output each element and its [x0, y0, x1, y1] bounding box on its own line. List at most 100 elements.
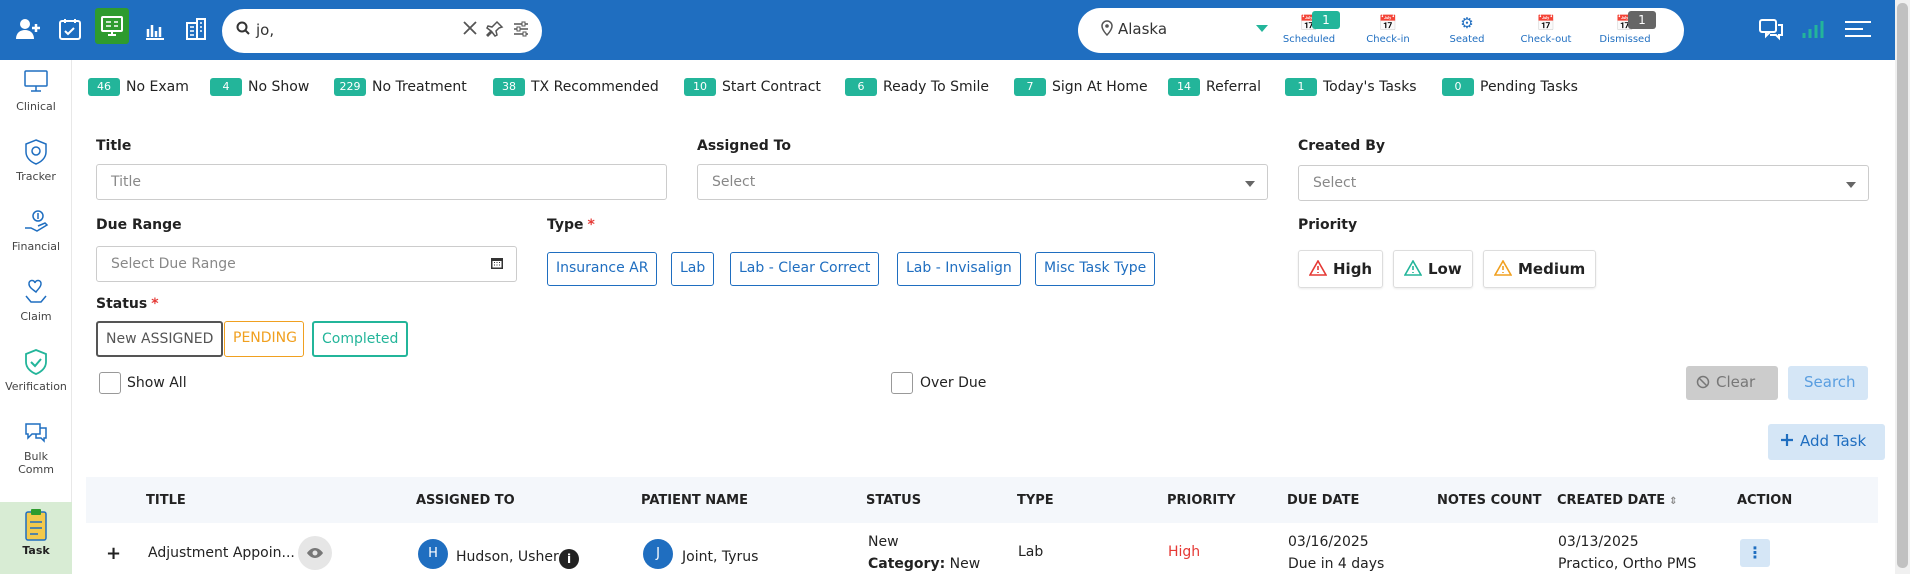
pin-icon[interactable] — [485, 20, 504, 43]
status-completed[interactable]: Completed — [312, 321, 409, 357]
due-note: Due in 4 days — [1288, 556, 1385, 572]
calendar-in-icon: 📅 — [1378, 14, 1398, 32]
status-label: Status * — [96, 296, 159, 312]
clear-search-icon[interactable] — [462, 20, 478, 41]
row-actions-menu-icon[interactable]: ⋮ — [1740, 539, 1770, 567]
sidebar-item-verification[interactable]: Verification — [0, 348, 72, 393]
header-status[interactable]: STATUS — [866, 493, 921, 508]
menu-icon[interactable] — [1840, 14, 1876, 44]
priority-high[interactable]: High — [1298, 250, 1384, 288]
over-due-label: Over Due — [920, 375, 987, 391]
patient-search[interactable]: jo, — [222, 9, 542, 53]
scheduled-count-badge: 1 — [1312, 11, 1340, 29]
plus-icon — [1781, 434, 1793, 446]
chevron-down-icon — [1846, 182, 1856, 188]
header-type[interactable]: TYPE — [1017, 493, 1054, 508]
tag-ready-to-smile[interactable]: 6 Ready To Smile — [845, 78, 989, 96]
messages-icon[interactable] — [1756, 14, 1786, 44]
filter-sliders-icon[interactable] — [512, 20, 530, 43]
tag-sign-at-home[interactable]: 7 Sign At Home — [1014, 78, 1148, 96]
status-pending[interactable]: PENDING — [224, 321, 304, 357]
chevron-down-icon[interactable] — [1256, 25, 1268, 32]
tag-todays-tasks[interactable]: 1 Today's Tasks — [1285, 78, 1417, 96]
tag-no-treatment[interactable]: 229 No Treatment — [334, 78, 467, 96]
priority-label: Priority — [1298, 217, 1358, 233]
created-by-select[interactable]: Select — [1298, 165, 1869, 201]
header-priority[interactable]: PRIORITY — [1167, 493, 1236, 508]
add-patient-icon[interactable] — [14, 14, 44, 44]
search-input[interactable]: jo, — [256, 21, 274, 39]
stage-dismissed[interactable]: 📅 Dismissed 1 — [1590, 11, 1660, 45]
sidebar-item-task[interactable]: Task — [0, 502, 72, 574]
task-title[interactable]: Adjustment Appoin... — [148, 545, 295, 561]
location-stage-pill: Alaska 📅 Scheduled 1 📅 Check-in ⚙ Seated… — [1078, 8, 1684, 53]
assigned-to-label: Assigned To — [697, 138, 791, 154]
eye-icon[interactable] — [298, 536, 332, 570]
check-shield-icon — [0, 348, 72, 380]
created-by: Practico, Ortho PMS — [1558, 556, 1697, 572]
monitor-dashboard-icon[interactable] — [95, 8, 129, 44]
status-new-assigned[interactable]: New ASSIGNED — [96, 321, 224, 357]
due-range-input[interactable]: Select Due Range — [96, 246, 517, 282]
sidebar-item-tracker[interactable]: Tracker — [0, 138, 72, 183]
header-due-date[interactable]: DUE DATE — [1287, 493, 1359, 508]
location-selector[interactable]: Alaska — [1100, 20, 1167, 38]
show-all-checkbox[interactable] — [99, 372, 121, 394]
stage-check-out[interactable]: 📅 Check-out — [1511, 14, 1581, 45]
clear-button[interactable]: Clear — [1686, 366, 1778, 400]
ban-icon — [1696, 375, 1710, 389]
building-icon[interactable] — [181, 14, 211, 44]
signal-bars-icon[interactable] — [1797, 14, 1827, 44]
type-lab[interactable]: Lab — [671, 252, 715, 286]
chat-icon — [0, 418, 72, 450]
scrollbar-thumb[interactable] — [1897, 3, 1908, 568]
add-task-button[interactable]: Add Task — [1768, 424, 1885, 460]
chevron-down-icon — [1245, 181, 1255, 187]
tag-referral[interactable]: 14 Referral — [1168, 78, 1261, 96]
header-notes-count[interactable]: NOTES COUNT — [1437, 493, 1541, 508]
sidebar: Clinical Tracker Financial Claim Verific… — [0, 60, 72, 574]
title-label: Title — [96, 138, 132, 154]
tag-start-contract[interactable]: 10 Start Contract — [684, 78, 821, 96]
header-assigned-to[interactable]: ASSIGNED TO — [416, 493, 515, 508]
assigned-to-select[interactable]: Select — [697, 164, 1268, 200]
search-icon — [236, 21, 250, 39]
search-button[interactable]: Search — [1788, 366, 1868, 400]
tag-no-exam[interactable]: 46 No Exam — [88, 78, 189, 96]
bar-chart-icon[interactable] — [140, 14, 170, 44]
warning-icon — [1403, 259, 1423, 276]
tag-tx-recommended[interactable]: 38 TX Recommended — [493, 78, 659, 96]
type-label: Type * — [547, 217, 595, 233]
info-icon[interactable]: i — [559, 549, 579, 569]
type-lab-invisalign[interactable]: Lab - Invisalign — [897, 252, 1021, 286]
patient-name[interactable]: Joint, Tyrus — [682, 549, 758, 565]
sidebar-item-financial[interactable]: Financial — [0, 208, 72, 253]
header-patient-name[interactable]: PATIENT NAME — [641, 493, 748, 508]
sort-icon: ⇕ — [1669, 496, 1678, 507]
sidebar-item-claim[interactable]: Claim — [0, 278, 72, 323]
stage-seated[interactable]: ⚙ Seated — [1432, 14, 1502, 45]
header-created-date[interactable]: CREATED DATE ⇕ — [1557, 493, 1678, 508]
type-misc-task-type[interactable]: Misc Task Type — [1035, 252, 1156, 286]
calendar-check-icon[interactable] — [55, 14, 85, 44]
header-title[interactable]: TITLE — [146, 493, 186, 508]
sidebar-item-clinical[interactable]: Clinical — [0, 68, 72, 113]
stage-check-in[interactable]: 📅 Check-in — [1353, 14, 1423, 45]
calendar-x-icon: 📅 — [1536, 14, 1556, 32]
over-due-checkbox[interactable] — [891, 372, 913, 394]
task-type: Lab — [1018, 544, 1044, 560]
title-input[interactable]: Title — [96, 164, 667, 200]
tag-pending-tasks[interactable]: 0 Pending Tasks — [1442, 78, 1578, 96]
type-insurance-ar[interactable]: Insurance AR — [547, 252, 658, 286]
tag-no-show[interactable]: 4 No Show — [210, 78, 309, 96]
priority-medium[interactable]: Medium — [1483, 250, 1597, 288]
sidebar-item-bulk-comm[interactable]: Bulk Comm — [0, 418, 72, 476]
stage-scheduled[interactable]: 📅 Scheduled 1 — [1274, 11, 1344, 45]
priority-low[interactable]: Low — [1393, 250, 1473, 288]
top-bar: jo, Alaska 📅 Scheduled 1 📅 Check-in ⚙ Se… — [0, 0, 1895, 60]
expand-row-button[interactable]: + — [106, 543, 121, 564]
type-lab-clear-correct[interactable]: Lab - Clear Correct — [730, 252, 880, 286]
monitor-icon — [0, 68, 72, 100]
warning-icon — [1308, 259, 1328, 276]
header-action[interactable]: ACTION — [1737, 493, 1792, 508]
